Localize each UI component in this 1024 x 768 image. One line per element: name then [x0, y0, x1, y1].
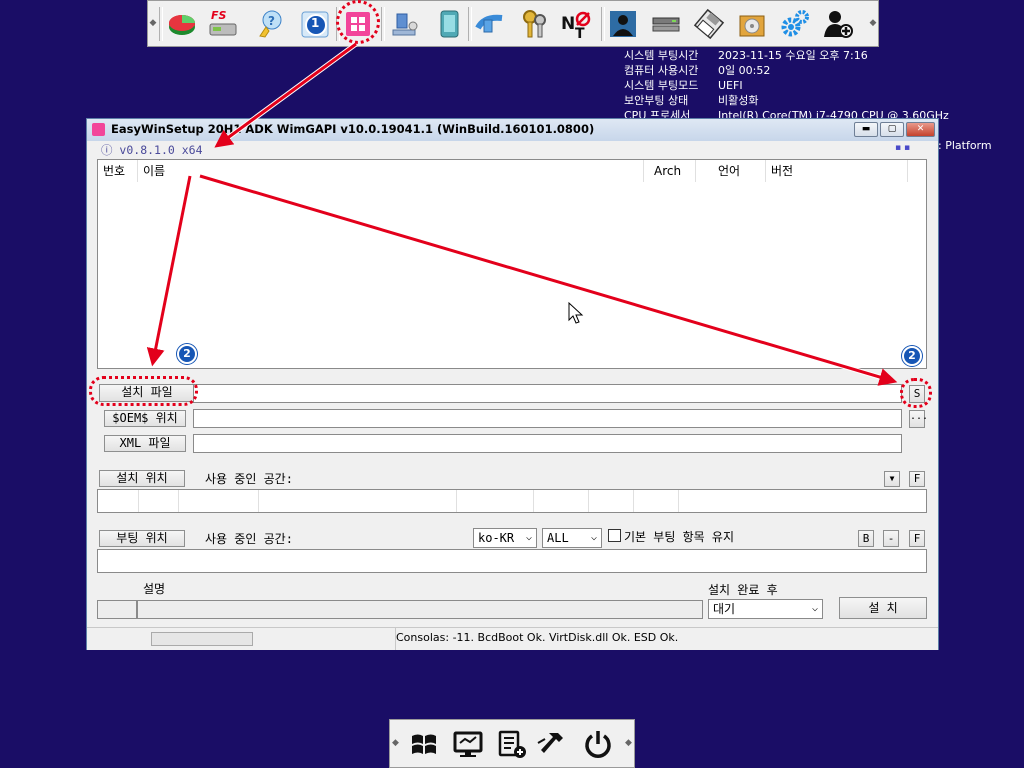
windows-flag-icon[interactable] — [407, 727, 441, 761]
step-badge-two: 2 — [177, 344, 197, 364]
highlight-ring-setup-file — [89, 376, 198, 406]
annotation-arrow — [199, 174, 898, 386]
toolbar-grip-left[interactable]: ◆ — [392, 738, 399, 748]
monitor-icon[interactable] — [451, 727, 485, 761]
mouse-cursor-icon — [568, 301, 584, 324]
toolbar-grip-right[interactable]: ◆ — [625, 738, 632, 748]
highlight-ring-s-button — [900, 378, 932, 408]
task-list-icon[interactable] — [495, 727, 529, 761]
step-badge-two: 2 — [902, 346, 922, 366]
bottom-toolbar: ◆ ◆ — [389, 719, 635, 768]
power-icon[interactable] — [581, 727, 615, 761]
annotation-arrow — [146, 175, 192, 367]
annotation-arrow — [214, 42, 357, 148]
hammer-icon[interactable] — [535, 727, 569, 761]
highlight-ring-setup-icon — [336, 0, 380, 44]
